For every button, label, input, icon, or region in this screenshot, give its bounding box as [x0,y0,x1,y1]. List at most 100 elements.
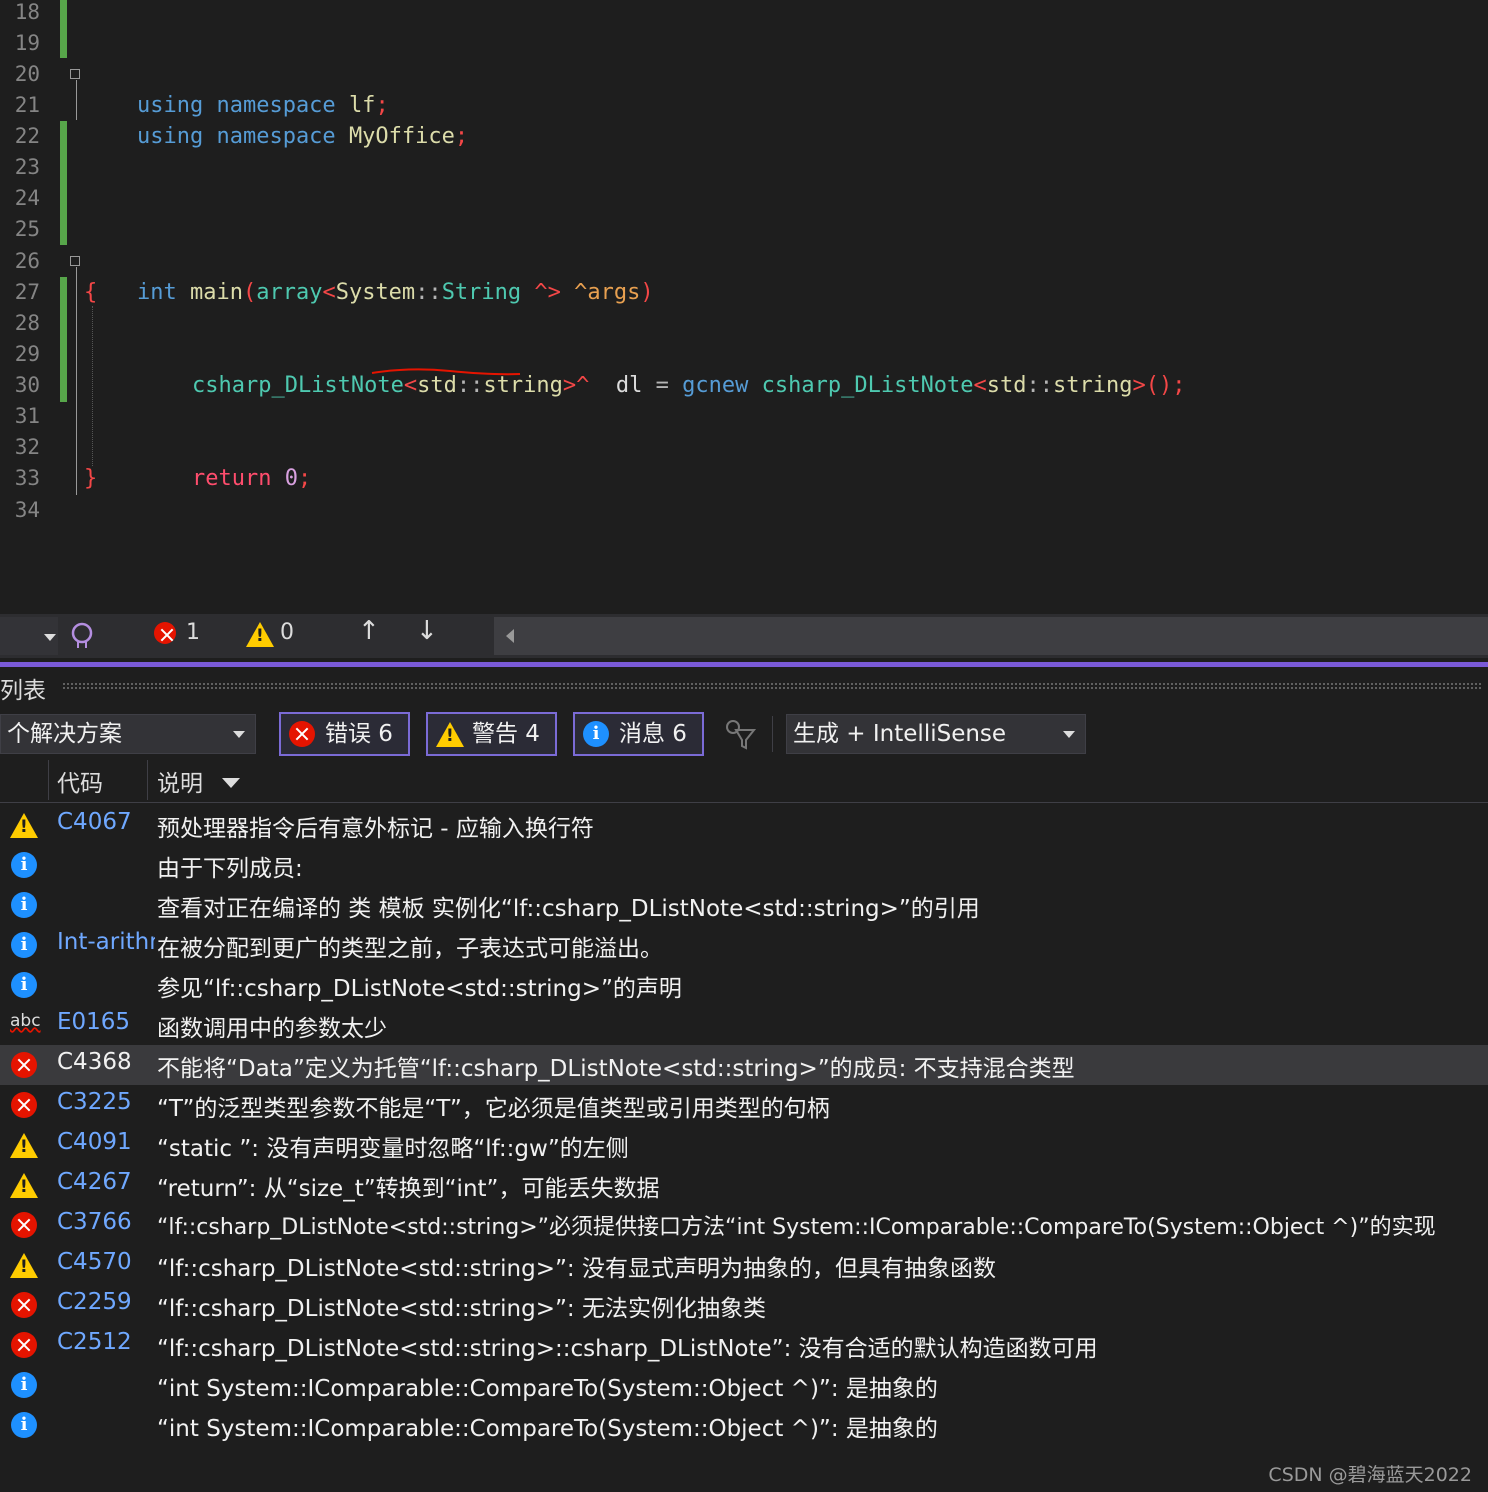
code-line-26: int main(array<System::String ^> ^args) [84,246,654,305]
error-description: 函数调用中的参数太少 [157,1016,387,1042]
column-separator[interactable] [48,760,49,800]
warnings-filter-label: 警告 4 [472,721,540,747]
arrow-down-icon[interactable]: ↓ [416,616,438,646]
error-code[interactable]: C4091 [57,1129,155,1155]
panel-grip[interactable] [62,682,1482,690]
error-squiggle [371,368,521,376]
table-row[interactable]: C3225 “T”的泛型类型参数不能是“T”，它必须是值类型或引用类型的句柄 [0,1085,1488,1125]
error-code[interactable]: C4570 [57,1249,155,1275]
error-count[interactable]: 1 [186,620,200,645]
scroll-left-icon[interactable] [506,629,514,643]
error-description: “int System::IComparable::CompareTo(Syst… [157,1376,938,1402]
warning-count[interactable]: 0 [280,620,294,645]
table-row[interactable]: C2512 “lf::csharp_DListNote<std::string>… [0,1325,1488,1365]
filter-icon[interactable] [724,718,758,750]
error-code[interactable]: C4267 [57,1169,155,1195]
change-marker [60,0,67,58]
error-description: “lf::csharp_DListNote<std::string>::csha… [157,1336,1098,1362]
panel-splitter[interactable] [0,662,1488,667]
build-source-select[interactable]: 生成 + IntelliSense [786,714,1086,754]
line-number: 19 [14,31,40,55]
collapse-toggle[interactable] [70,256,80,266]
info-icon: i [11,932,37,958]
table-row[interactable]: C4091 “static ”: 没有声明变量时忽略“lf::gw”的左侧 [0,1125,1488,1165]
table-row[interactable]: C4570 “lf::csharp_DListNote<std::string>… [0,1245,1488,1285]
error-code[interactable]: C2259 [57,1289,155,1315]
table-row[interactable]: abc E0165 函数调用中的参数太少 [0,1005,1488,1045]
line-number: 26 [14,249,40,273]
panel-title: 列表 [0,678,46,704]
error-description: “return”: 从“size_t”转换到“int”，可能丢失数据 [157,1176,660,1202]
errors-filter-label: 错误 6 [325,721,393,747]
chevron-down-icon [44,634,56,641]
table-row[interactable]: i 由于下列成员: [0,845,1488,885]
error-code[interactable]: C3766 [57,1209,155,1235]
line-number: 30 [14,373,40,397]
variable-name: dl [615,373,643,398]
table-row[interactable]: C2259 “lf::csharp_DListNote<std::string>… [0,1285,1488,1325]
error-code[interactable]: C4067 [57,809,155,835]
code-editor[interactable]: 18 19 20 21 22 23 24 25 26 27 28 29 30 3… [0,0,1488,614]
table-row[interactable]: i Int-arithmetic 在被分配到更广的类型之前，子表达式可能溢出。 [0,925,1488,965]
number-literal: 0 [284,466,298,491]
chevron-down-icon [233,731,245,738]
header-divider [0,802,1488,803]
scope-dropdown[interactable] [0,617,58,655]
info-icon: i [11,892,37,918]
table-row[interactable]: C3766 “lf::csharp_DListNote<std::string>… [0,1205,1488,1245]
function-name: main [189,280,243,305]
line-number: 33 [14,466,40,490]
line-number: 22 [14,124,40,148]
punct: (); [1145,373,1186,398]
warnings-filter-button[interactable]: 警告 4 [426,712,557,756]
error-icon [289,721,315,747]
messages-filter-button[interactable]: i 消息 6 [573,712,704,756]
collapse-toggle[interactable] [70,69,80,79]
line-number: 32 [14,435,40,459]
error-code[interactable]: C3225 [57,1089,155,1115]
watermark: CSDN @碧海蓝天2022 [1268,1464,1472,1486]
table-row[interactable]: i 参见“lf::csharp_DListNote<std::string>”的… [0,965,1488,1005]
table-row[interactable]: C4067 预处理器指令后有意外标记 - 应输入换行符 [0,805,1488,845]
line-number: 21 [14,93,40,117]
line-number: 34 [14,498,40,522]
horizontal-scrollbar[interactable] [494,617,1488,655]
code-line-29: csharp_DListNote<std::string >^ dl = gcne… [139,339,1186,398]
info-icon: i [11,1372,37,1398]
keyword: using [136,124,204,149]
error-code[interactable]: C4368 [57,1049,155,1075]
code-line-20: using namespace lf; [84,59,389,118]
column-header-description[interactable]: 说明 [157,764,203,798]
error-icon [11,1332,37,1358]
table-row-selected[interactable]: C4368 不能将“Data”定义为托管“lf::csharp_DListNot… [0,1045,1488,1085]
toolbar-separator [772,716,773,752]
table-row[interactable]: i 查看对正在编译的 类 模板 实例化“lf::csharp_DListNote… [0,885,1488,925]
error-description: “static ”: 没有声明变量时忽略“lf::gw”的左侧 [157,1136,629,1162]
error-description: “int System::IComparable::CompareTo(Syst… [157,1416,938,1442]
scope-select[interactable]: 个解决方案 [0,714,256,754]
error-icon [11,1212,37,1238]
error-icon [11,1092,37,1118]
column-header-code[interactable]: 代码 [57,764,103,798]
error-description: “lf::csharp_DListNote<std::string>”必须提供接… [157,1215,1436,1240]
table-row[interactable]: C4267 “return”: 从“size_t”转换到“int”，可能丢失数据 [0,1165,1488,1205]
change-marker [60,277,67,402]
table-row[interactable]: i “int System::IComparable::CompareTo(Sy… [0,1365,1488,1405]
table-row[interactable]: i “int System::IComparable::CompareTo(Sy… [0,1405,1488,1445]
punct: ; [454,124,469,149]
error-code[interactable]: Int-arithmetic [57,929,155,955]
column-separator[interactable] [147,760,148,800]
error-icon [11,1052,37,1078]
type-name: String [441,280,522,305]
line-number: 18 [14,0,40,24]
sort-desc-icon[interactable] [222,778,240,788]
messages-filter-label: 消息 6 [619,721,687,747]
errors-filter-button[interactable]: 错误 6 [279,712,410,756]
build-source-label: 生成 + IntelliSense [793,721,1007,747]
error-code[interactable]: E0165 [57,1009,155,1035]
arrow-up-icon[interactable]: ↑ [358,616,380,646]
error-code[interactable]: C2512 [57,1329,155,1355]
warning-icon [436,722,464,747]
warning-count-icon [246,622,274,647]
brain-icon[interactable] [68,620,96,650]
